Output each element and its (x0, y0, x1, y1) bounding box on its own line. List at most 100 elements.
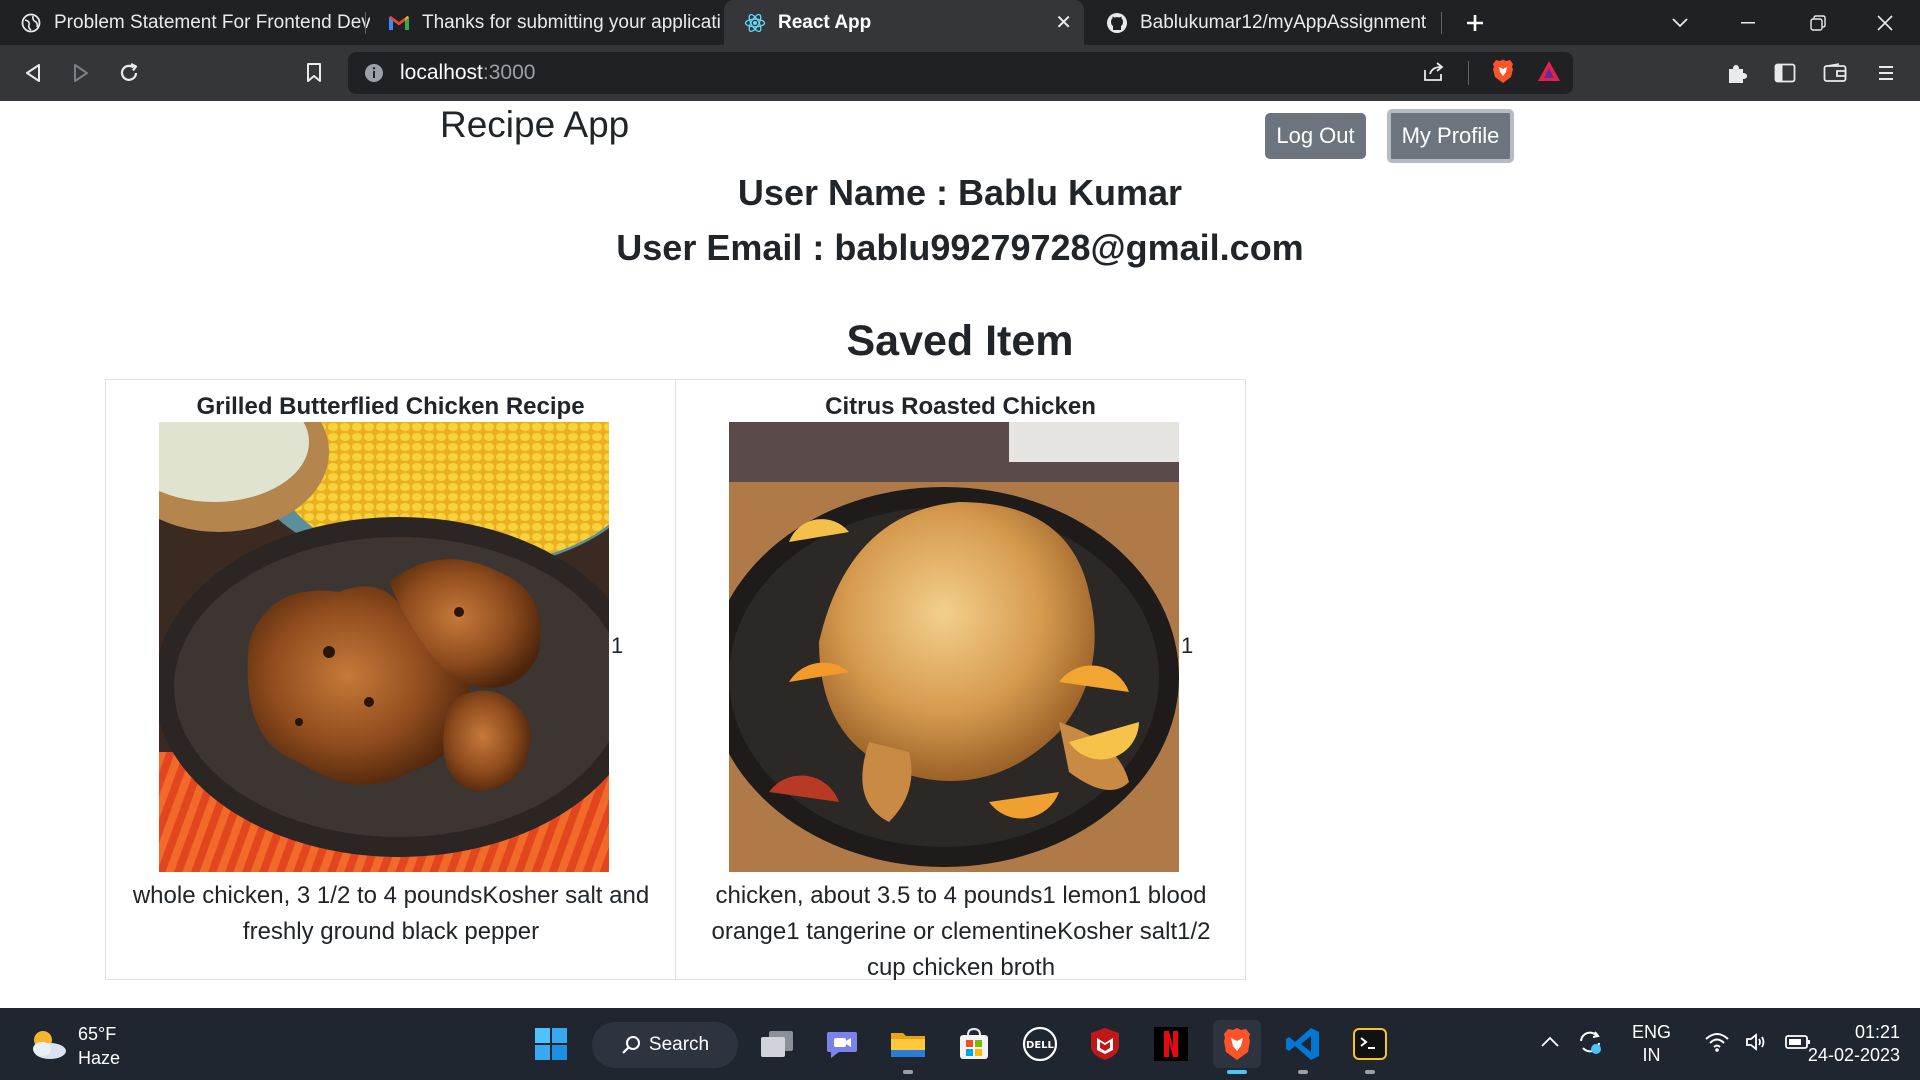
forward-button[interactable] (61, 45, 101, 101)
reload-icon (120, 63, 138, 81)
cloudy-weather-icon (28, 1027, 68, 1066)
terminal-button[interactable] (1346, 1020, 1394, 1074)
system-tray: ENG IN (1540, 1008, 1811, 1080)
gmail-icon (388, 12, 410, 34)
search-icon (622, 1036, 640, 1054)
running-indicator (1365, 1070, 1375, 1074)
brave-browser-button[interactable] (1213, 1020, 1261, 1074)
tab-search-button[interactable] (1660, 0, 1700, 45)
info-icon[interactable] (364, 63, 384, 83)
dell-icon: DELL (1022, 1026, 1058, 1062)
recipe-count: 1 (1181, 633, 1194, 658)
close-icon (1876, 14, 1893, 31)
vscode-button[interactable] (1279, 1020, 1327, 1074)
globe-icon (20, 12, 42, 34)
temperature: 65°F (78, 1024, 117, 1044)
saved-items-table: Grilled Butterflied Chicken Recipe 1 who… (105, 379, 1246, 981)
user-name: User Name : Bablu Kumar (737, 172, 1183, 213)
restore-icon (1809, 14, 1826, 31)
browser-tab-strip: Problem Statement For Frontend Deve Than… (0, 0, 1920, 45)
netflix-button[interactable] (1147, 1020, 1195, 1068)
weather-widget[interactable]: 65°F Haze (28, 1022, 120, 1070)
file-explorer-button[interactable] (884, 1020, 932, 1074)
recipe-title: Grilled Butterflied Chicken Recipe (196, 393, 585, 420)
app-title: Recipe App (440, 104, 630, 145)
tab-github[interactable]: Bablukumar12/myAppAssignment (1086, 0, 1442, 45)
task-view-icon (761, 1031, 793, 1057)
address-bar[interactable]: localhost :3000 (348, 52, 1573, 94)
recipe-count: 1 (611, 633, 624, 658)
divider (1468, 61, 1469, 85)
back-button[interactable] (13, 45, 53, 101)
wifi-icon[interactable] (1705, 1032, 1729, 1057)
volume-icon[interactable] (1745, 1032, 1769, 1057)
sidebar-icon (1774, 63, 1796, 83)
folder-icon (891, 1033, 925, 1057)
brave-rewards-icon[interactable] (1537, 60, 1561, 87)
extensions-button[interactable] (1717, 45, 1757, 101)
roasted-chicken-photo (729, 422, 1179, 872)
url-host: localhost (400, 61, 483, 84)
dell-app-button[interactable]: DELL (1016, 1020, 1064, 1068)
search-label: Search (648, 1034, 710, 1055)
bookmark-icon (307, 63, 321, 82)
brave-icon (1224, 1028, 1250, 1060)
tab-label: React App (778, 11, 872, 33)
saved-recipe-card: Citrus Roasted Chicken 1 chicken, about … (675, 379, 1246, 981)
bookmark-button[interactable] (294, 45, 334, 101)
github-icon (1106, 12, 1128, 34)
table-row: Grilled Butterflied Chicken Recipe 1 who… (105, 379, 1246, 981)
recipe-ingredients: whole chicken, 3 1/2 to 4 poundsKosher s… (132, 882, 650, 945)
menu-button[interactable] (1866, 45, 1906, 101)
windows-taskbar: 65°F Haze Search DELL ENG IN 01:21 24-02… (0, 1008, 1920, 1080)
teams-chat-button[interactable] (818, 1020, 866, 1068)
language-indicator[interactable]: ENG IN (1632, 1021, 1671, 1067)
weather-condition: Haze (78, 1048, 121, 1068)
running-indicator (1298, 1070, 1308, 1074)
chevron-down-icon (1672, 17, 1688, 27)
saved-recipe-card: Grilled Butterflied Chicken Recipe 1 who… (105, 379, 676, 980)
close-tab-icon[interactable]: ✕ (1055, 10, 1072, 35)
vscode-icon (1286, 1028, 1319, 1060)
store-icon (960, 1027, 988, 1059)
grilled-chicken-photo (159, 422, 609, 872)
tab-problem-statement[interactable]: Problem Statement For Frontend Deve (0, 0, 370, 45)
recipe-title: Citrus Roasted Chicken (825, 393, 1096, 420)
new-tab-button[interactable] (1452, 0, 1497, 45)
share-icon[interactable] (1422, 60, 1446, 87)
user-email: User Email : bablu99279728@gmail.com (616, 227, 1304, 268)
wallet-button[interactable] (1815, 45, 1855, 101)
my-profile-button[interactable]: My Profile (1387, 109, 1514, 163)
microsoft-store-button[interactable] (950, 1020, 998, 1068)
task-view-button[interactable] (753, 1020, 801, 1068)
mcafee-button[interactable] (1081, 1020, 1129, 1068)
close-window-button[interactable] (1862, 0, 1907, 45)
chevron-up-icon[interactable] (1540, 1035, 1560, 1053)
running-indicator (903, 1070, 913, 1074)
minimize-button[interactable] (1725, 0, 1770, 45)
svg-text:DELL: DELL (1026, 1040, 1055, 1051)
restore-button[interactable] (1795, 0, 1840, 45)
clock-date: 24-02-2023 (1807, 1045, 1900, 1065)
back-arrow-icon (26, 64, 40, 82)
reload-button[interactable] (109, 45, 149, 101)
react-icon (744, 12, 766, 34)
logout-button[interactable]: Log Out (1265, 113, 1366, 159)
sidebar-button[interactable] (1765, 45, 1805, 101)
sync-icon[interactable] (1576, 1028, 1604, 1061)
start-button[interactable] (527, 1020, 575, 1068)
tab-divider (1441, 12, 1442, 34)
puzzle-icon (1729, 65, 1747, 83)
saved-items-heading: Saved Item (846, 317, 1074, 365)
page-content: Recipe App Log Out My Profile User Name … (0, 101, 1920, 1008)
brave-shields-icon[interactable] (1491, 58, 1515, 89)
tab-label: Bablukumar12/myAppAssignment (1140, 11, 1427, 33)
tab-react-app[interactable]: React App ✕ (724, 0, 1084, 45)
clock[interactable]: 01:21 24-02-2023 (1796, 1008, 1900, 1080)
url-port: :3000 (482, 61, 536, 84)
region-code: IN (1642, 1045, 1661, 1065)
tab-gmail[interactable]: Thanks for submitting your application (368, 0, 720, 45)
taskbar-search[interactable]: Search (592, 1022, 738, 1068)
browser-toolbar: localhost :3000 (0, 45, 1920, 101)
terminal-icon (1353, 1028, 1387, 1060)
